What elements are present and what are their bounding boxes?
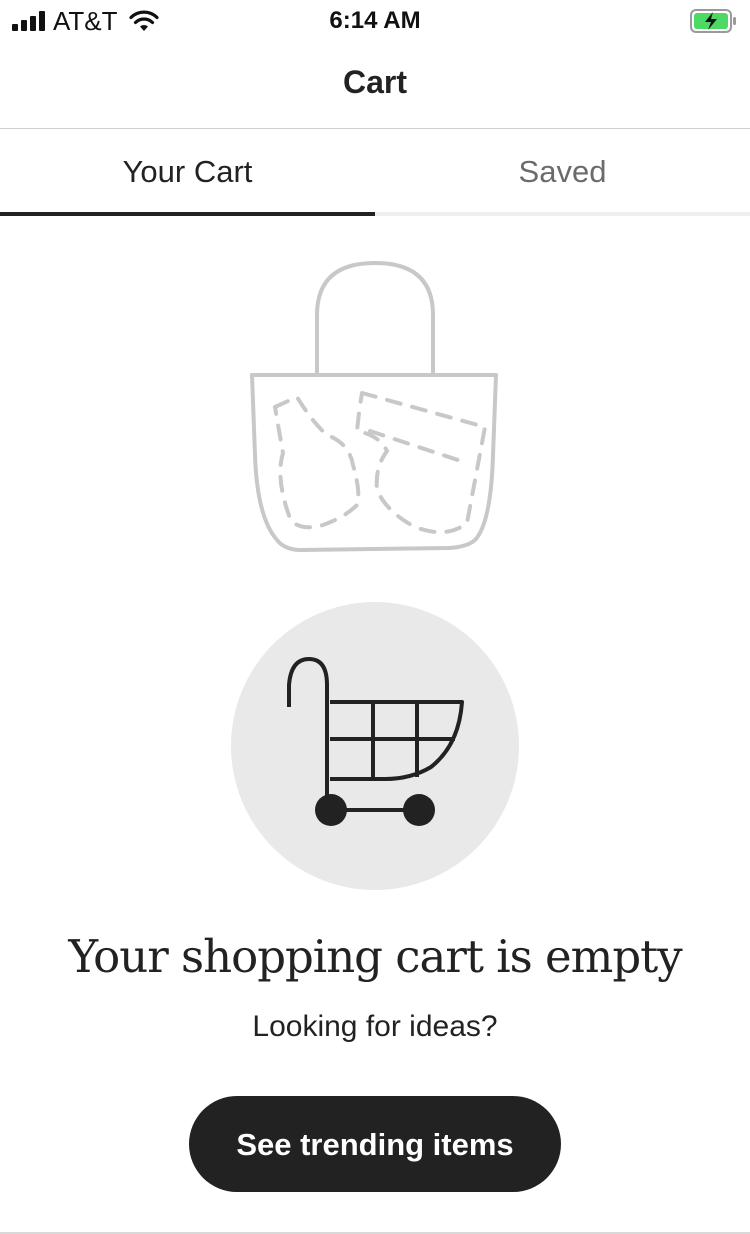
battery-charging-icon xyxy=(690,9,736,33)
shopping-bag-icon xyxy=(250,261,498,552)
see-trending-items-button[interactable]: See trending items xyxy=(189,1096,561,1192)
status-bar: AT&T 6:14 AM xyxy=(0,0,750,44)
status-time: 6:14 AM xyxy=(329,7,421,34)
page-title: Cart xyxy=(342,64,407,100)
empty-cart-subtitle: Looking for ideas? xyxy=(252,1010,498,1043)
empty-cart-heading: Your shopping cart is empty xyxy=(68,930,682,983)
tab-bar: Your Cart Saved xyxy=(0,130,750,216)
tab-saved[interactable]: Saved xyxy=(375,130,750,216)
nav-bar: Cart xyxy=(0,44,750,129)
tab-your-cart[interactable]: Your Cart xyxy=(0,130,375,216)
shopping-cart-icon xyxy=(287,657,464,826)
